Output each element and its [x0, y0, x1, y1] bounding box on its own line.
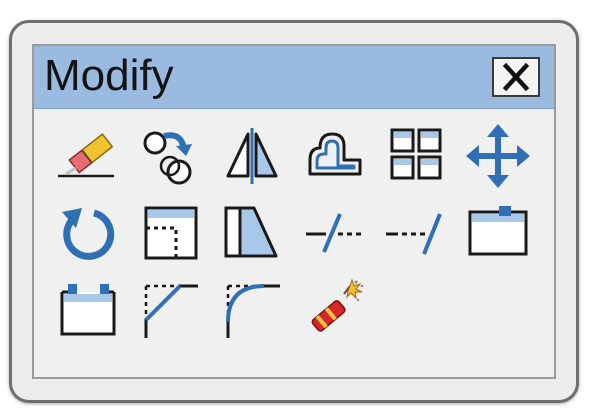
mirror-icon: [226, 128, 278, 184]
copy-button[interactable]: [136, 122, 204, 190]
array-button[interactable]: [382, 122, 450, 190]
erase-button[interactable]: [54, 122, 122, 190]
stretch-button[interactable]: [218, 200, 286, 268]
break-button[interactable]: [54, 276, 122, 344]
array-icon: [390, 128, 442, 180]
extend-icon: [386, 213, 442, 255]
toolbar-title: Modify: [44, 51, 174, 100]
fillet-button[interactable]: [218, 276, 286, 344]
modify-toolbar-window: Modify: [9, 20, 579, 403]
offset-icon: [308, 132, 362, 176]
scale-icon: [144, 206, 198, 260]
chamfer-button[interactable]: [136, 276, 204, 344]
trim-button[interactable]: [300, 200, 368, 268]
extend-button[interactable]: [382, 200, 450, 268]
mirror-button[interactable]: [218, 122, 286, 190]
title-bar[interactable]: Modify: [34, 46, 554, 109]
rotate-button[interactable]: [54, 200, 122, 268]
move-button[interactable]: [464, 122, 532, 190]
break-at-point-icon: [468, 206, 528, 256]
offset-button[interactable]: [300, 122, 368, 190]
fillet-icon: [226, 284, 280, 338]
break-icon: [60, 284, 116, 336]
rotate-icon: [62, 208, 115, 260]
close-icon: [502, 62, 530, 92]
copy-icon: [143, 131, 192, 185]
break-at-point-button[interactable]: [464, 200, 532, 268]
move-icon: [466, 124, 530, 188]
close-button[interactable]: [492, 57, 540, 97]
explode-icon: [311, 278, 364, 332]
stretch-icon: [224, 206, 278, 258]
eraser-icon: [58, 133, 114, 178]
chamfer-icon: [144, 284, 198, 338]
explode-button[interactable]: [300, 276, 368, 344]
scale-button[interactable]: [136, 200, 204, 268]
trim-icon: [306, 213, 362, 253]
modify-toolbar-panel: Modify: [32, 44, 556, 379]
